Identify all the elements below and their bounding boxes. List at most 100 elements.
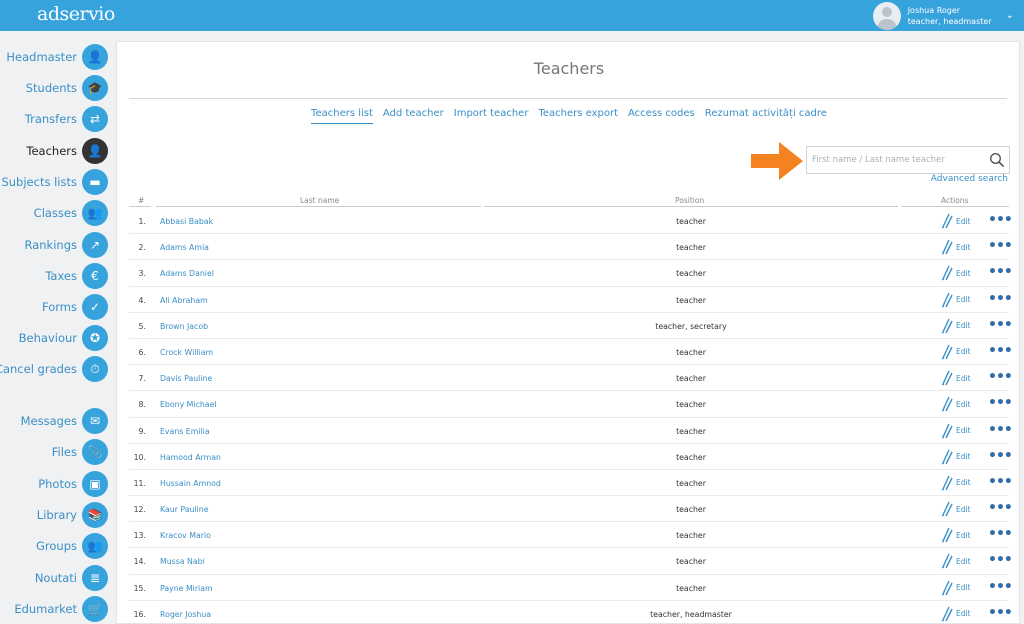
more-options-icon[interactable]: ••• bbox=[988, 526, 1013, 542]
more-options-icon[interactable]: ••• bbox=[988, 395, 1013, 411]
row-number: 3. bbox=[138, 269, 146, 279]
teacher-name-link[interactable]: Ali Abraham bbox=[160, 296, 208, 305]
edit-label: Edit bbox=[956, 268, 971, 278]
teacher-name-link[interactable]: Evans Emilia bbox=[160, 427, 210, 436]
edit-button[interactable]: Edit bbox=[941, 370, 971, 386]
more-options-icon[interactable]: ••• bbox=[988, 212, 1013, 228]
sidebar-item-behaviour[interactable]: Behaviour ✪ bbox=[19, 324, 108, 352]
more-options-icon[interactable]: ••• bbox=[988, 238, 1013, 254]
sidebar-item-label: Noutati bbox=[34, 571, 77, 585]
sidebar-item-label: Headmaster bbox=[6, 50, 77, 64]
tab-rezumat-activit-i-cadre[interactable]: Rezumat activități cadre bbox=[705, 108, 827, 124]
more-options-icon[interactable]: ••• bbox=[988, 500, 1013, 516]
teacher-name-link[interactable]: Roger Joshua bbox=[160, 610, 211, 619]
tab-teachers-export[interactable]: Teachers export bbox=[538, 108, 618, 124]
more-options-icon[interactable]: ••• bbox=[988, 448, 1013, 464]
edit-label: Edit bbox=[956, 295, 971, 305]
header-position[interactable]: Position bbox=[675, 196, 704, 205]
sidebar-item-photos[interactable]: Photos ▣ bbox=[38, 470, 108, 498]
pencil-icon bbox=[941, 527, 953, 543]
teacher-name-link[interactable]: Ebony Michael bbox=[160, 400, 217, 409]
sidebar-item-subjects-lists[interactable]: Subjects lists ▬ bbox=[1, 168, 108, 196]
sidebar-item-headmaster[interactable]: Headmaster 👤 bbox=[6, 43, 108, 71]
sidebar-item-rankings[interactable]: Rankings ↗ bbox=[24, 231, 108, 259]
more-options-icon[interactable]: ••• bbox=[988, 264, 1013, 280]
sidebar-item-forms[interactable]: Forms ✓ bbox=[42, 293, 108, 321]
edit-button[interactable]: Edit bbox=[941, 423, 971, 439]
teacher-name-link[interactable]: Kaur Pauline bbox=[160, 505, 209, 514]
edit-button[interactable]: Edit bbox=[941, 449, 971, 465]
edit-button[interactable]: Edit bbox=[941, 265, 971, 281]
search-icon[interactable] bbox=[989, 152, 1005, 168]
teacher-name-link[interactable]: Mussa Nabi bbox=[160, 557, 205, 566]
row-number: 7. bbox=[138, 374, 146, 384]
row-number: 9. bbox=[138, 426, 146, 436]
search-input[interactable] bbox=[807, 147, 977, 173]
more-options-icon[interactable]: ••• bbox=[988, 605, 1013, 621]
pencil-icon bbox=[941, 606, 953, 622]
header-last-name[interactable]: Last name bbox=[300, 196, 339, 205]
edit-button[interactable]: Edit bbox=[941, 553, 971, 569]
sidebar-item-cancel-grades[interactable]: Cancel grades ⏱ bbox=[0, 355, 108, 383]
tab-access-codes[interactable]: Access codes bbox=[628, 108, 695, 124]
more-options-icon[interactable]: ••• bbox=[988, 369, 1013, 385]
tab-teachers-list[interactable]: Teachers list bbox=[311, 108, 373, 124]
sidebar-item-label: Groups bbox=[35, 539, 77, 553]
sidebar-item-edumarket[interactable]: Edumarket 🛒 bbox=[14, 595, 108, 623]
tab-add-teacher[interactable]: Add teacher bbox=[383, 108, 444, 124]
more-options-icon[interactable]: ••• bbox=[988, 291, 1013, 307]
teacher-name-link[interactable]: Payne Miriam bbox=[160, 584, 213, 593]
pencil-icon bbox=[941, 344, 953, 360]
teacher-name-link[interactable]: Hamood Arman bbox=[160, 453, 221, 462]
sidebar-item-transfers[interactable]: Transfers ⇄ bbox=[25, 105, 108, 133]
teacher-name-link[interactable]: Davis Pauline bbox=[160, 374, 212, 383]
user-menu[interactable]: Joshua Roger teacher, headmaster ⌄ bbox=[872, 1, 1014, 30]
teacher-name-link[interactable]: Adams Amia bbox=[160, 243, 209, 252]
more-options-icon[interactable]: ••• bbox=[988, 422, 1013, 438]
swap-arrows-icon: ⇄ bbox=[82, 106, 108, 132]
sidebar-item-taxes[interactable]: Taxes € bbox=[45, 262, 108, 290]
edit-button[interactable]: Edit bbox=[941, 606, 971, 622]
teacher-name-link[interactable]: Crock William bbox=[160, 348, 213, 357]
sidebar-item-students[interactable]: Students 🎓 bbox=[26, 74, 108, 102]
sidebar-item-files[interactable]: Files 📎 bbox=[52, 438, 108, 466]
teacher-name-link[interactable]: Abbasi Babak bbox=[160, 217, 213, 226]
edit-label: Edit bbox=[956, 321, 971, 331]
sidebar-item-noutati[interactable]: Noutati ≣ bbox=[35, 564, 108, 592]
teacher-position: teacher bbox=[676, 269, 706, 279]
edit-button[interactable]: Edit bbox=[941, 344, 971, 360]
more-options-icon[interactable]: ••• bbox=[988, 343, 1013, 359]
more-options-icon[interactable]: ••• bbox=[988, 317, 1013, 333]
edit-button[interactable]: Edit bbox=[941, 292, 971, 308]
sidebar-item-teachers[interactable]: Teachers 👤 bbox=[26, 137, 108, 165]
app-logo[interactable]: adservio bbox=[37, 3, 115, 25]
more-options-icon[interactable]: ••• bbox=[988, 474, 1013, 490]
table-row: 14. Mussa Nabi teacher Edit ••• bbox=[129, 548, 1013, 575]
edit-button[interactable]: Edit bbox=[941, 396, 971, 412]
advanced-search-link[interactable]: Advanced search bbox=[931, 174, 1008, 184]
teacher-name-link[interactable]: Brown Jacob bbox=[160, 322, 208, 331]
edit-label: Edit bbox=[956, 478, 971, 488]
edit-button[interactable]: Edit bbox=[941, 580, 971, 596]
sidebar-item-messages[interactable]: Messages ✉ bbox=[21, 407, 108, 435]
edit-button[interactable]: Edit bbox=[941, 213, 971, 229]
more-options-icon[interactable]: ••• bbox=[988, 579, 1013, 595]
teacher-position: teacher bbox=[676, 583, 706, 593]
more-options-icon[interactable]: ••• bbox=[988, 552, 1013, 568]
edit-button[interactable]: Edit bbox=[941, 501, 971, 517]
sidebar-item-library[interactable]: Library 📚 bbox=[37, 501, 108, 529]
pencil-icon bbox=[941, 501, 953, 517]
edit-button[interactable]: Edit bbox=[941, 527, 971, 543]
edit-button[interactable]: Edit bbox=[941, 318, 971, 334]
tab-import-teacher[interactable]: Import teacher bbox=[454, 108, 529, 124]
teacher-position: teacher bbox=[676, 347, 706, 357]
sidebar-item-groups[interactable]: Groups 👥 bbox=[36, 532, 108, 560]
edit-button[interactable]: Edit bbox=[941, 239, 971, 255]
teacher-name-link[interactable]: Adams Daniel bbox=[160, 269, 214, 278]
pencil-icon bbox=[941, 423, 953, 439]
teacher-name-link[interactable]: Kracov Mario bbox=[160, 531, 211, 540]
sidebar-item-classes[interactable]: Classes 👥 bbox=[34, 199, 108, 227]
edit-button[interactable]: Edit bbox=[941, 475, 971, 491]
teacher-name-link[interactable]: Hussain Amnod bbox=[160, 479, 221, 488]
chevron-down-icon[interactable]: ⌄ bbox=[1006, 10, 1014, 21]
